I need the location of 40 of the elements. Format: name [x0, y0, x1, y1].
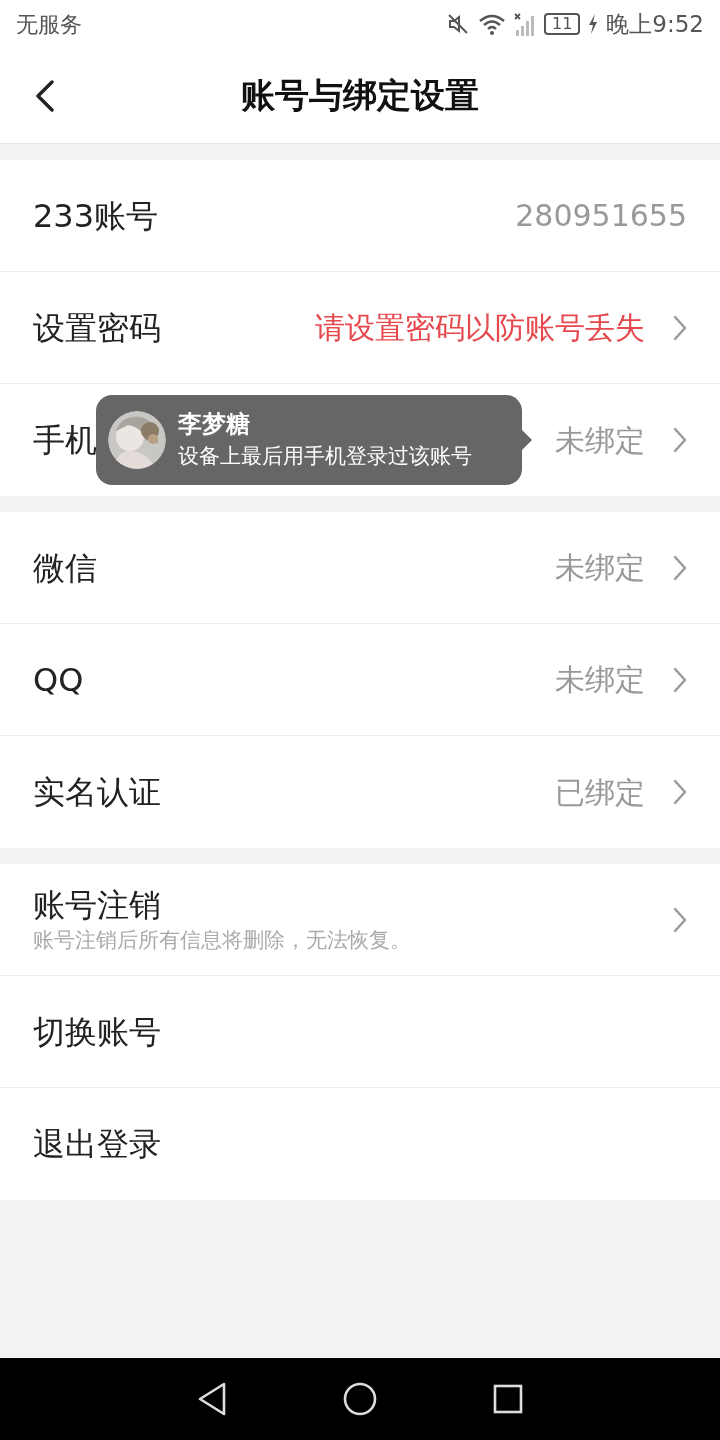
tooltip-arrow-icon	[522, 430, 532, 450]
settings-row[interactable]: 设置密码 请设置密码以防账号丢失	[0, 272, 720, 384]
mute-icon	[446, 12, 470, 36]
row-value: 请设置密码以防账号丢失	[315, 309, 645, 347]
settings-row[interactable]: QQ 未绑定	[0, 624, 720, 736]
battery-level: 11	[544, 13, 581, 35]
home-nav-icon[interactable]	[343, 1382, 377, 1416]
row-label: 切换账号	[33, 1011, 161, 1052]
page-title: 账号与绑定设置	[241, 74, 479, 117]
wifi-icon	[478, 12, 506, 36]
settings-row[interactable]: 微信 未绑定	[0, 512, 720, 624]
row-value: 未绑定	[555, 661, 645, 699]
settings-row[interactable]: 切换账号	[0, 976, 720, 1088]
back-icon	[35, 79, 55, 112]
user-name: 李梦糖	[178, 409, 251, 440]
row-subtitle: 账号注销后所有信息将删除，无法恢复。	[33, 926, 411, 954]
row-label: 微信	[33, 547, 97, 588]
clock-time: 晚上9:52	[606, 9, 704, 39]
settings-row[interactable]: 实名认证 已绑定	[0, 736, 720, 848]
signal-icon	[514, 12, 536, 36]
row-value: 280951655	[515, 197, 687, 235]
back-nav-icon[interactable]	[197, 1382, 227, 1416]
settings-row[interactable]: 手机 李梦糖 设备上最后用手机登录过该账号 未绑定	[0, 384, 720, 496]
carrier-status: 无服务	[16, 10, 83, 39]
recents-nav-icon[interactable]	[493, 1384, 523, 1414]
row-label: 账号注销	[33, 884, 161, 925]
row-value: 已绑定	[555, 773, 645, 812]
row-label: 退出登录	[33, 1124, 161, 1164]
settings-row[interactable]: 账号注销 账号注销后所有信息将删除，无法恢复。	[0, 864, 720, 976]
row-label: 手机	[33, 420, 97, 460]
row-value: 未绑定	[555, 549, 645, 587]
tooltip-message: 设备上最后用手机登录过该账号	[178, 443, 472, 470]
settings-row[interactable]: 233账号 280951655	[0, 160, 720, 272]
row-label: 233账号	[33, 195, 159, 236]
settings-row[interactable]: 退出登录	[0, 1088, 720, 1200]
row-label: 设置密码	[33, 307, 161, 348]
row-label: QQ	[33, 659, 84, 700]
row-label: 实名认证	[33, 772, 161, 812]
row-value: 未绑定	[555, 421, 645, 460]
charging-icon	[588, 14, 599, 34]
